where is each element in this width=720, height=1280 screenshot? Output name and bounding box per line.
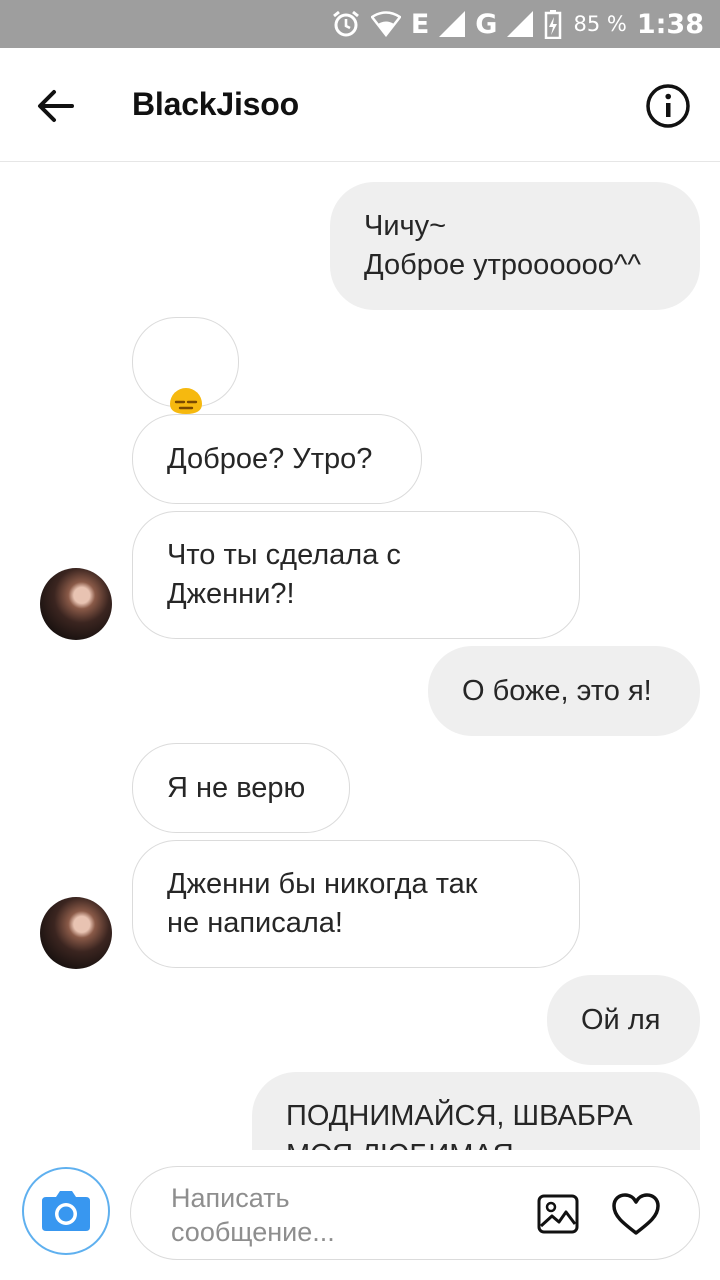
message-bubble-incoming[interactable]: Доброе? Утро? [132,414,422,504]
message-thread[interactable]: Чичу~ Доброе утроооооо^^ Доброе? Утро? Ч… [0,162,720,1150]
heart-icon [612,1193,660,1235]
message-input-placeholder: Написать сообщение... [171,1183,335,1247]
message-bubble-outgoing[interactable]: ПОДНИМАЙСЯ, ШВАБРА МОЯ ЛЮБИМАЯ [252,1072,700,1150]
message-bubble-incoming[interactable]: Я не верю [132,743,350,833]
network-type-g: G [475,8,498,40]
message-bubble-incoming[interactable]: Дженни бы никогда так не написала! [132,840,580,968]
message-bubble-outgoing[interactable]: О боже, это я! [428,646,700,736]
image-icon [537,1194,579,1234]
message-input[interactable]: Написать сообщение... [130,1166,700,1260]
message-bubble-incoming[interactable] [132,317,239,414]
contact-avatar[interactable] [40,897,112,969]
message-composer: Написать сообщение... [0,1150,720,1280]
message-text: Чичу~ Доброе утроооооо^^ [364,210,642,281]
message-bubble-incoming[interactable]: Что ты сделала с Дженни?! [132,511,580,639]
arrow-left-icon [38,90,74,122]
message-text: ПОДНИМАЙСЯ, ШВАБРА МОЯ ЛЮБИМАЯ [286,1100,633,1150]
like-button[interactable] [611,1192,661,1236]
message-text: Что ты сделала с Дженни?! [167,539,401,610]
message-text: Ой ля [581,1003,661,1036]
battery-charging-icon [543,9,563,39]
signal-icon [439,11,466,37]
chat-title[interactable]: BlackJisoo [132,86,299,123]
signal-icon-2 [507,11,534,37]
expressionless-emoji-icon [167,343,205,414]
message-text: Я не верю [167,771,306,804]
network-type-e: E [410,8,430,40]
status-bar: E G 85 % 1:38 [0,0,720,48]
chat-header: BlackJisoo [0,48,720,162]
contact-avatar[interactable] [40,568,112,640]
message-bubble-outgoing[interactable]: Ой ля [547,975,700,1065]
info-button[interactable] [645,83,691,129]
alarm-clock-icon [331,9,361,39]
battery-percent: 85 % [573,12,627,36]
camera-button[interactable] [22,1167,110,1255]
back-button[interactable] [34,86,78,126]
message-text: Дженни бы никогда так не написала! [167,868,478,939]
message-text: Доброе? Утро? [167,442,373,475]
message-bubble-outgoing[interactable]: Чичу~ Доброе утроооооо^^ [330,182,700,310]
gallery-button[interactable] [537,1194,579,1234]
camera-icon [42,1191,90,1231]
wifi-icon [370,11,401,37]
status-time: 1:38 [636,8,704,40]
message-text: О боже, это я! [462,674,652,707]
info-circle-icon [646,84,690,128]
